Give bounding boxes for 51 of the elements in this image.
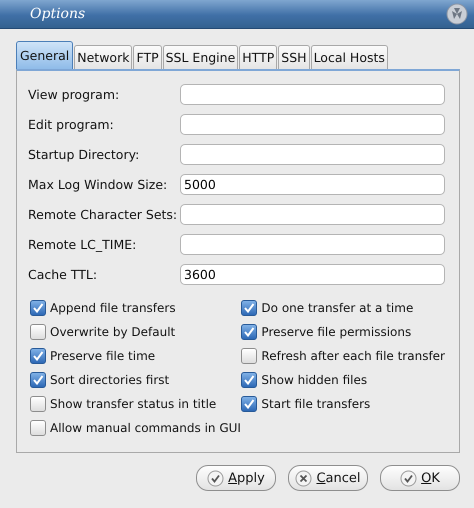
checkbox-label: Show hidden files (261, 373, 368, 387)
checkbox-label: Show transfer status in title (50, 397, 216, 411)
checkbox[interactable] (30, 300, 46, 316)
input-field[interactable] (180, 144, 445, 165)
tab[interactable]: General (16, 41, 74, 69)
field-label: Startup Directory: (28, 147, 140, 162)
cross-icon (295, 470, 312, 486)
checkbox-label: Allow manual commands in GUI (50, 421, 241, 435)
checkbox-label: Preserve file permissions (261, 325, 412, 339)
check-icon (400, 470, 418, 486)
field-label: Max Log Window Size: (28, 177, 168, 192)
window-title: Options (30, 6, 86, 22)
checkbox-label: Append file transfers (50, 301, 176, 315)
tab[interactable]: Local Hosts (310, 45, 388, 69)
input-field[interactable] (180, 114, 445, 135)
checkbox-label: Preserve file time (50, 349, 156, 363)
checkbox[interactable] (241, 396, 258, 412)
tab[interactable]: FTP (133, 45, 162, 69)
checkbox-label: Start file transfers (261, 397, 370, 411)
checkbox-label: Refresh after each file transfer (261, 349, 445, 363)
input-field[interactable]: 3600 (180, 264, 445, 285)
checkbox[interactable] (30, 396, 46, 412)
field-label: Remote LC_TIME: (28, 237, 138, 252)
tab[interactable]: SSH (278, 45, 310, 69)
input-field[interactable] (180, 204, 445, 225)
checkbox[interactable] (241, 372, 258, 388)
checkbox[interactable] (30, 348, 46, 364)
checkbox[interactable] (241, 324, 258, 340)
checkbox[interactable] (241, 348, 258, 364)
field-label: Edit program: (28, 117, 115, 132)
checkbox-label: Sort directories first (50, 373, 170, 387)
checkbox[interactable] (241, 300, 258, 316)
check-icon (207, 470, 224, 486)
input-field[interactable]: 5000 (180, 174, 445, 195)
input-field[interactable] (180, 234, 445, 255)
tab[interactable]: SSL Engine (162, 45, 238, 69)
field-label: Cache TTL: (28, 267, 98, 282)
input-field[interactable] (180, 84, 445, 105)
tab[interactable]: HTTP (239, 45, 278, 69)
checkbox[interactable] (30, 372, 46, 388)
field-label: View program: (28, 87, 120, 102)
checkbox-label: Overwrite by Default (50, 325, 176, 339)
confirm-button[interactable]: OK (380, 465, 460, 491)
field-label: Remote Character Sets: (28, 207, 178, 222)
checkbox[interactable] (30, 324, 46, 340)
cancel-button[interactable]: Cancel (288, 465, 368, 491)
checkbox-label: Do one transfer at a time (261, 301, 414, 315)
tab[interactable]: Network (74, 45, 132, 69)
close-icon[interactable] (446, 3, 468, 25)
confirm-button[interactable]: Apply (196, 465, 276, 491)
checkbox[interactable] (30, 420, 46, 436)
